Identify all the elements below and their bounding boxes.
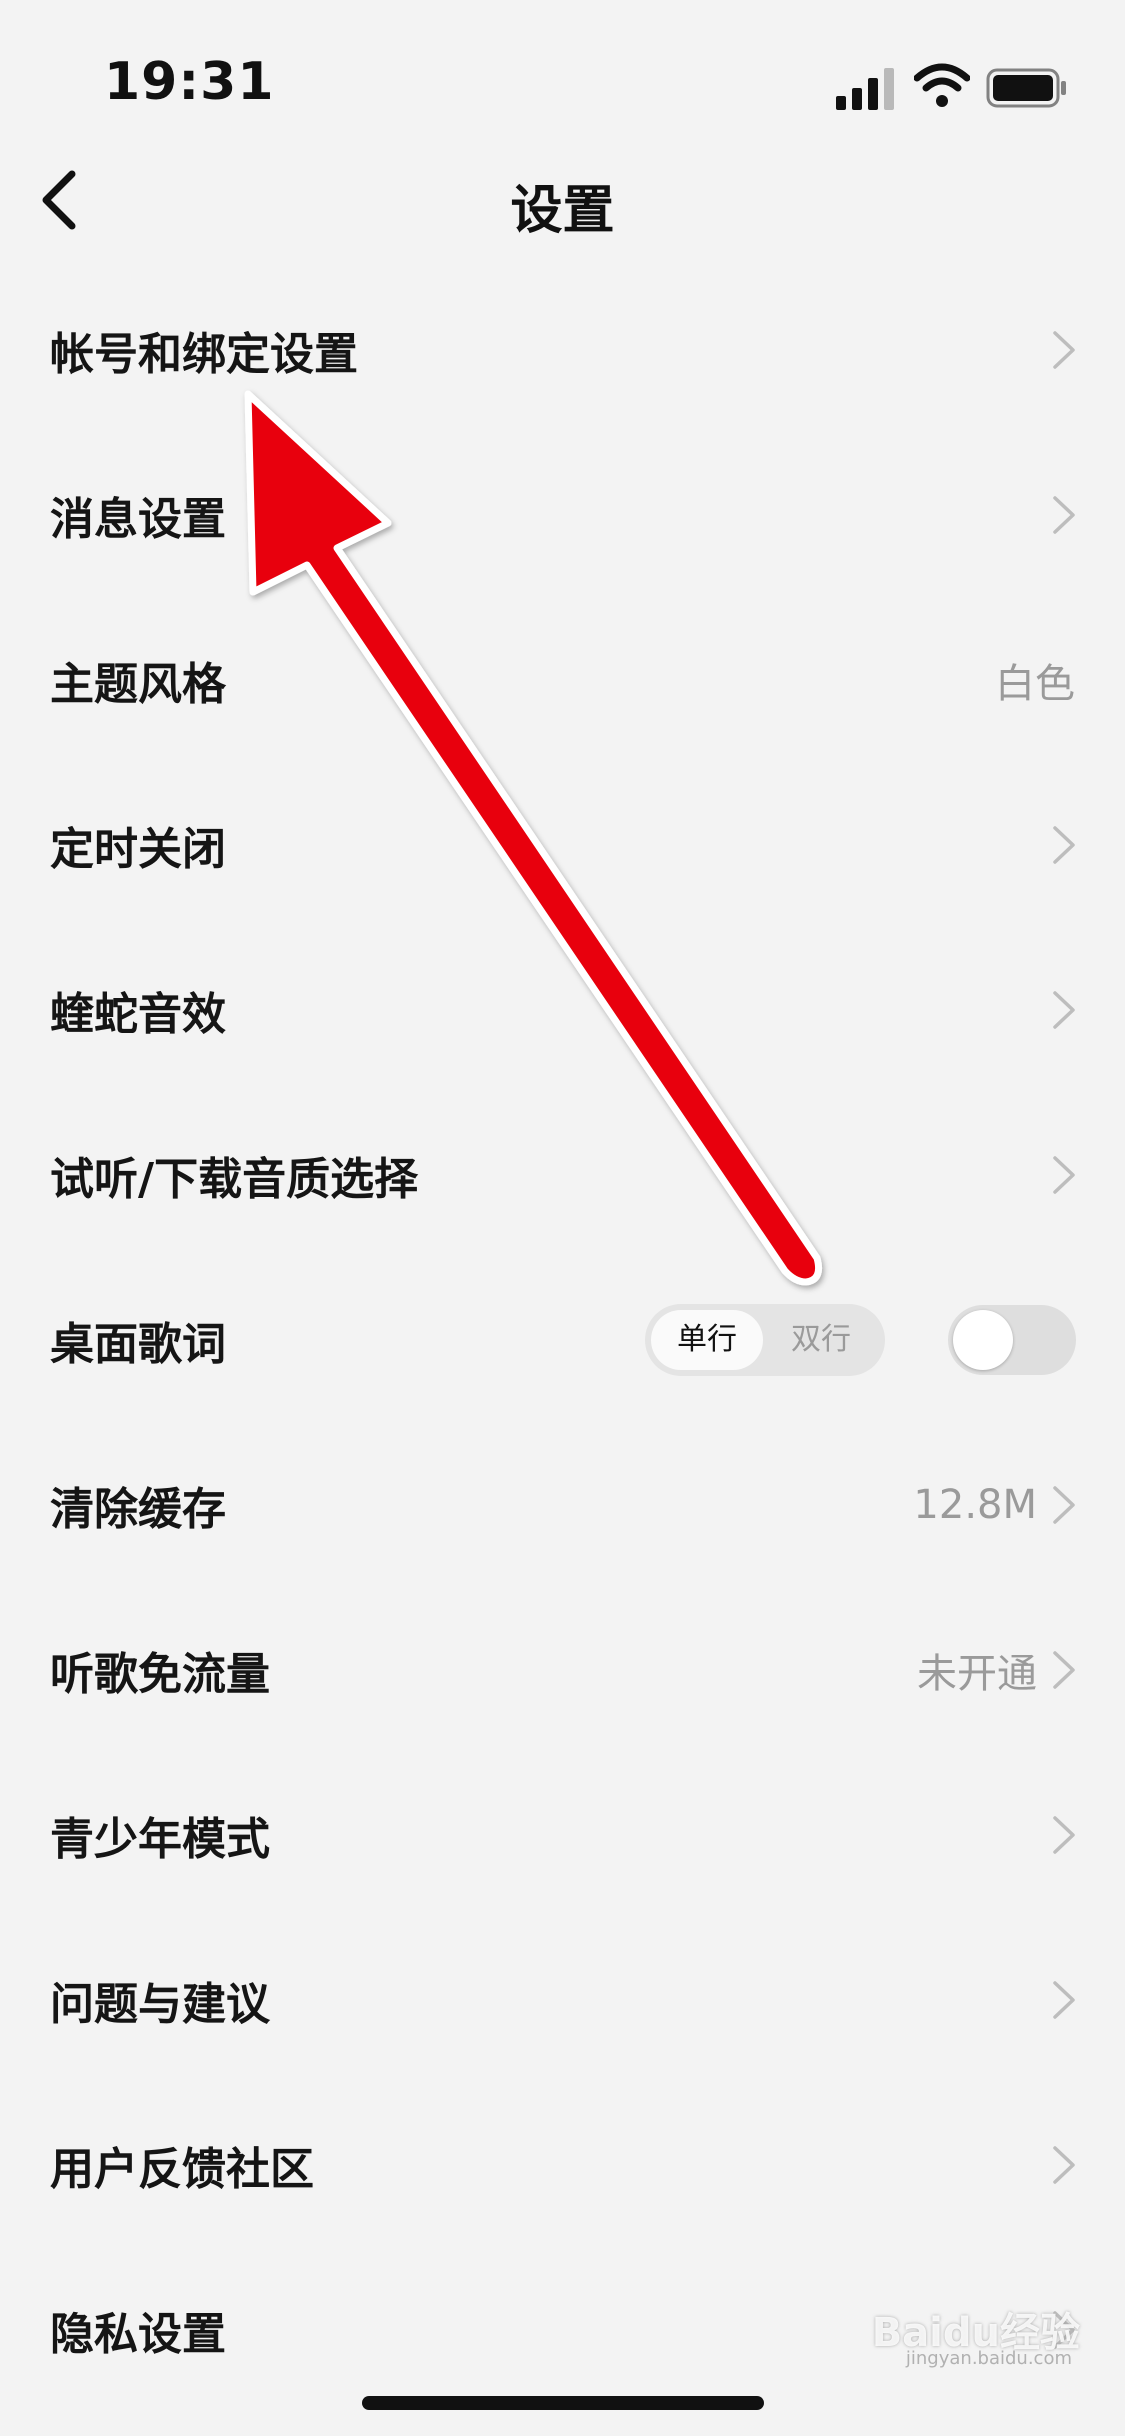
settings-item-label: 消息设置 [50,493,226,545]
settings-item-community[interactable]: 用户反馈社区 [0,2082,1125,2247]
settings-item-account-binding[interactable]: 帐号和绑定设置 [0,267,1125,432]
lyrics-line-segmented-control: 单行 双行 [645,1303,885,1376]
theme-value: 白色 [995,660,1075,707]
home-indicator[interactable] [362,2396,764,2410]
settings-item-teen-mode[interactable]: 青少年模式 [0,1752,1125,1917]
settings-item-sound-effects[interactable]: 蝰蛇音效 [0,927,1125,1092]
settings-item-label: 青少年模式 [50,1813,270,1865]
settings-item-label: 定时关闭 [50,823,226,875]
settings-item-free-data[interactable]: 听歌免流量 未开通 [0,1587,1125,1752]
watermark-subtext: jingyan.baidu.com [905,2348,1072,2369]
settings-list: 帐号和绑定设置 消息设置 主题风格 白色 定时关闭 蝰蛇音效 试听/下载音质选择… [0,267,1125,2412]
status-time: 19:31 [104,52,275,112]
settings-item-theme[interactable]: 主题风格 白色 [0,597,1125,762]
chevron-right-icon [1053,990,1075,1029]
free-data-status: 未开通 [917,1650,1037,1697]
status-bar: 19:31 [0,0,1125,150]
settings-item-feedback[interactable]: 问题与建议 [0,1917,1125,2082]
settings-item-audio-quality[interactable]: 试听/下载音质选择 [0,1092,1125,1257]
chevron-right-icon [1053,825,1075,864]
settings-item-messages[interactable]: 消息设置 [0,432,1125,597]
settings-item-label: 听歌免流量 [50,1648,270,1700]
wifi-icon [914,63,970,107]
chevron-right-icon [1053,495,1075,534]
settings-item-clear-cache[interactable]: 清除缓存 12.8M [0,1422,1125,1587]
segment-double-line[interactable]: 双行 [765,1310,877,1370]
settings-item-sleep-timer[interactable]: 定时关闭 [0,762,1125,927]
chevron-right-icon [1053,1980,1075,2019]
chevron-right-icon [1053,1485,1075,1524]
settings-item-label: 试听/下载音质选择 [50,1153,419,1205]
chevron-right-icon [1053,2145,1075,2184]
settings-item-desktop-lyrics: 桌面歌词 单行 双行 [0,1257,1125,1422]
segment-single-line[interactable]: 单行 [651,1309,763,1370]
signal-icon [836,68,894,110]
chevron-right-icon [1053,1815,1075,1854]
desktop-lyrics-toggle[interactable] [948,1304,1076,1375]
settings-item-label: 帐号和绑定设置 [50,328,358,380]
battery-icon [986,68,1066,108]
settings-item-label: 清除缓存 [50,1483,226,1535]
settings-item-label: 蝰蛇音效 [50,988,226,1040]
settings-item-label: 主题风格 [50,658,226,710]
cache-size-value: 12.8M [913,1481,1037,1528]
baidu-watermark: Baidu经验 jingyan.baidu.com [860,2300,1080,2380]
page-title: 设置 [510,181,615,241]
toggle-knob [953,1309,1013,1370]
settings-item-label: 用户反馈社区 [50,2143,314,2195]
chevron-right-icon [1053,330,1075,369]
settings-item-label: 桌面歌词 [50,1318,226,1370]
chevron-right-icon [1053,1650,1075,1689]
nav-bar: 设置 [0,150,1125,250]
settings-item-label: 隐私设置 [50,2308,226,2360]
settings-item-label: 问题与建议 [50,1978,270,2030]
chevron-right-icon [1053,1155,1075,1194]
